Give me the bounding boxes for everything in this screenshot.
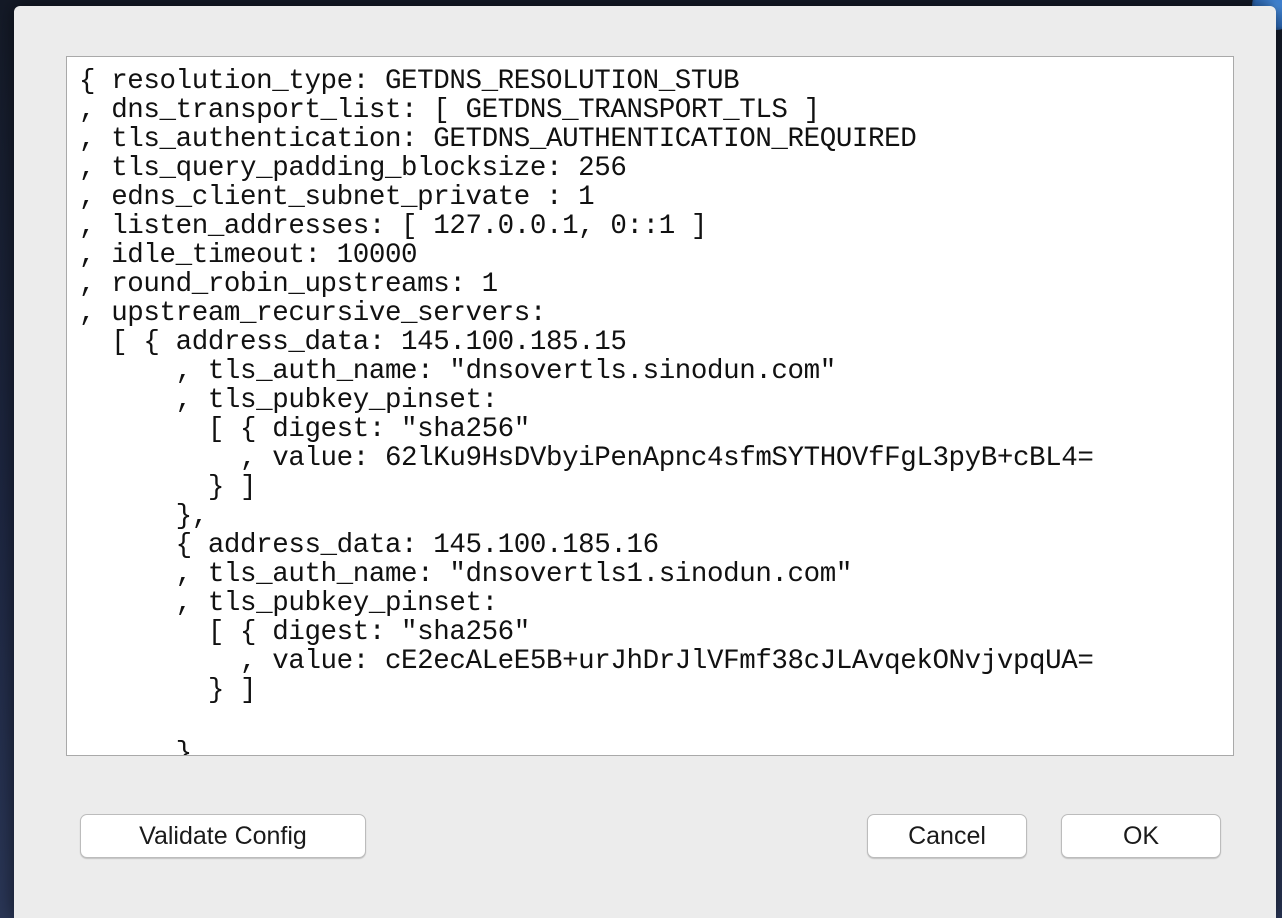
config-line: { resolution_type: GETDNS_RESOLUTION_STU… xyxy=(79,66,740,97)
config-line: , value: cE2ecALeE5B+urJhDrJlVFmf38cJLAv… xyxy=(79,646,1094,677)
config-line: [ { digest: "sha256" xyxy=(79,414,530,445)
config-line: , dns_transport_list: [ GETDNS_TRANSPORT… xyxy=(79,95,820,126)
config-line: , listen_addresses: [ 127.0.0.1, 0::1 ] xyxy=(79,211,708,242)
config-line: [ { address_data: 145.100.185.15 xyxy=(79,327,627,358)
config-line: , tls_auth_name: "dnsovertls1.sinodun.co… xyxy=(79,559,853,590)
config-line: } ] xyxy=(79,675,257,706)
config-line: , idle_timeout: 10000 xyxy=(79,240,418,271)
config-line: , tls_pubkey_pinset: xyxy=(79,385,498,416)
ok-button[interactable]: OK xyxy=(1061,814,1221,858)
config-line: , tls_auth_name: "dnsovertls.sinodun.com… xyxy=(79,356,837,387)
config-line: { address_data: 145.100.185.16 xyxy=(79,530,659,561)
config-line: }, xyxy=(79,738,209,756)
config-line: , upstream_recursive_servers: xyxy=(79,298,546,329)
config-editor[interactable]: { resolution_type: GETDNS_RESOLUTION_STU… xyxy=(66,56,1234,756)
validate-config-button[interactable]: Validate Config xyxy=(80,814,366,858)
cancel-button[interactable]: Cancel xyxy=(867,814,1027,858)
config-line: , tls_authentication: GETDNS_AUTHENTICAT… xyxy=(79,124,917,155)
config-line: , tls_query_padding_blocksize: 256 xyxy=(79,153,627,184)
config-line: , round_robin_upstreams: 1 xyxy=(79,269,498,300)
config-line: [ { digest: "sha256" xyxy=(79,617,530,648)
config-line: } ] xyxy=(79,472,257,503)
config-line: , value: 62lKu9HsDVbyiPenApnc4sfmSYTHOVf… xyxy=(79,443,1094,474)
config-dialog: { resolution_type: GETDNS_RESOLUTION_STU… xyxy=(14,6,1276,918)
config-line: }, xyxy=(79,501,209,532)
config-line: , tls_pubkey_pinset: xyxy=(79,588,498,619)
config-line: , edns_client_subnet_private : 1 xyxy=(79,182,595,213)
